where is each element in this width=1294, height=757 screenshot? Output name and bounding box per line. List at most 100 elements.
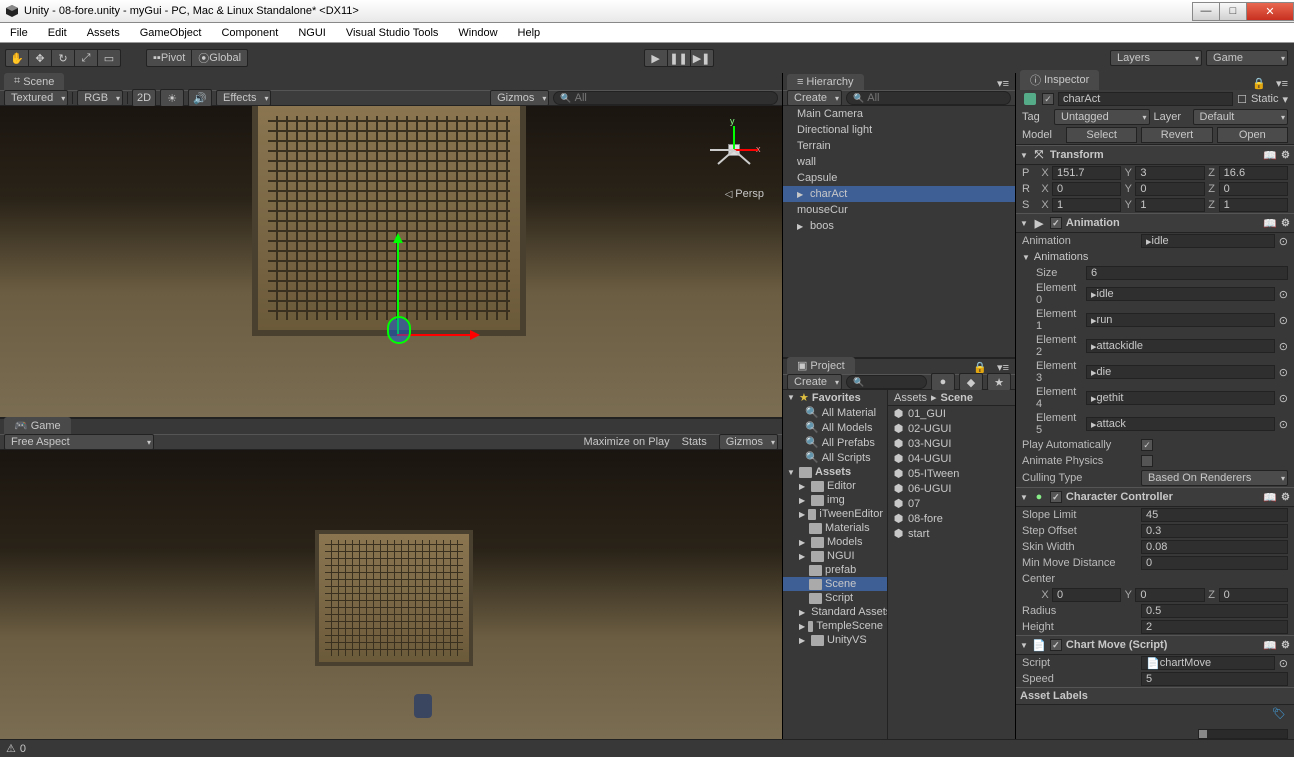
speed-field[interactable]: 5 <box>1141 672 1288 686</box>
scene-effects[interactable]: Effects <box>216 90 271 106</box>
game-gizmos[interactable]: Gizmos <box>719 434 778 450</box>
panel-menu-icon[interactable]: ▾≡ <box>991 77 1015 90</box>
object-name-field[interactable]: charAct <box>1058 92 1233 106</box>
favorite-item[interactable]: 🔍All Scripts <box>783 450 887 465</box>
hierarchy-item-selected[interactable]: ▶charAct <box>783 186 1015 202</box>
gear-icon[interactable]: ⚙ <box>1281 492 1290 503</box>
charcontroller-header[interactable]: ▼●✓Character Controller📖⚙ <box>1016 487 1294 507</box>
menu-component[interactable]: Component <box>211 24 288 42</box>
rotate-tool[interactable]: ↻ <box>51 49 75 67</box>
transform-header[interactable]: ▼⤧Transform📖⚙ <box>1016 145 1294 165</box>
rot-z[interactable]: 0 <box>1219 182 1288 196</box>
layers-dropdown[interactable]: Layers <box>1110 50 1202 66</box>
animation-enabled[interactable]: ✓ <box>1050 217 1062 229</box>
favorites-header[interactable]: ▼★Favorites <box>783 390 887 405</box>
folder-item[interactable]: ▶Editor <box>783 479 887 493</box>
global-toggle[interactable]: ⦿ Global <box>191 49 248 67</box>
orientation-gizmo[interactable]: y x <box>704 120 764 180</box>
object-picker-icon[interactable]: ⊙ <box>1279 235 1288 248</box>
scene-file[interactable]: ⬢05-ITween <box>888 466 1015 481</box>
menu-edit[interactable]: Edit <box>38 24 77 42</box>
scene-file[interactable]: ⬢06-UGUI <box>888 481 1015 496</box>
help-icon[interactable]: 📖 <box>1263 491 1277 504</box>
asset-label-tag-icon[interactable]: 🏷 <box>1272 708 1286 720</box>
culling-dropdown[interactable]: Based On Renderers <box>1141 470 1288 486</box>
radius-field[interactable]: 0.5 <box>1141 604 1288 618</box>
folder-item[interactable]: Materials <box>783 521 887 535</box>
pos-x[interactable]: 151.7 <box>1052 166 1121 180</box>
object-picker-icon[interactable]: ⊙ <box>1279 288 1288 301</box>
script-field[interactable]: 📄 chartMove <box>1141 656 1275 670</box>
tag-dropdown[interactable]: Untagged <box>1054 109 1150 125</box>
active-checkbox[interactable]: ✓ <box>1042 93 1054 105</box>
selected-object-gizmo[interactable] <box>387 316 411 344</box>
favorite-item[interactable]: 🔍All Material <box>783 405 887 420</box>
object-picker-icon[interactable]: ⊙ <box>1279 366 1288 379</box>
maximize-button[interactable]: □ <box>1219 2 1247 21</box>
game-aspect[interactable]: Free Aspect <box>4 434 154 450</box>
static-dropdown-icon[interactable]: ▾ <box>1282 93 1288 106</box>
center-y[interactable]: 0 <box>1135 588 1204 602</box>
script-enabled[interactable]: ✓ <box>1050 639 1062 651</box>
expand-icon[interactable]: ▶ <box>797 222 807 231</box>
scene-file[interactable]: ⬢01_GUI <box>888 406 1015 421</box>
center-z[interactable]: 0 <box>1219 588 1288 602</box>
folder-item[interactable]: ▶Standard Assets <box>783 605 887 619</box>
hierarchy-tab[interactable]: ≡Hierarchy <box>787 74 864 90</box>
hierarchy-item[interactable]: ▶boos <box>783 218 1015 234</box>
script-header[interactable]: ▼📄✓Chart Move (Script)📖⚙ <box>1016 635 1294 655</box>
menu-gameobject[interactable]: GameObject <box>130 24 212 42</box>
scl-z[interactable]: 1 <box>1219 198 1288 212</box>
menu-file[interactable]: File <box>0 24 38 42</box>
project-tab[interactable]: ▣Project <box>787 357 855 374</box>
folder-item[interactable]: ▶iTweenEditor <box>783 507 887 521</box>
object-picker-icon[interactable]: ⊙ <box>1279 314 1288 327</box>
favorite-item[interactable]: 🔍All Prefabs <box>783 435 887 450</box>
layer-dropdown[interactable]: Default <box>1193 109 1289 125</box>
menu-vstools[interactable]: Visual Studio Tools <box>336 24 449 42</box>
help-icon[interactable]: 📖 <box>1263 639 1277 652</box>
console-icon[interactable]: ⚠ <box>6 742 16 755</box>
layout-dropdown[interactable]: Game <box>1206 50 1288 66</box>
folder-item[interactable]: prefab <box>783 563 887 577</box>
help-icon[interactable]: 📖 <box>1263 217 1277 230</box>
panel-lock-icon[interactable]: 🔒 <box>1248 77 1270 90</box>
slope-field[interactable]: 45 <box>1141 508 1288 522</box>
folder-item[interactable]: ▶NGUI <box>783 549 887 563</box>
anim-el5[interactable]: ▸ attack <box>1086 417 1275 431</box>
pos-z[interactable]: 16.6 <box>1219 166 1288 180</box>
cc-enabled[interactable]: ✓ <box>1050 491 1062 503</box>
minmove-field[interactable]: 0 <box>1141 556 1288 570</box>
scene-tab[interactable]: ⌗Scene <box>4 73 64 90</box>
hierarchy-item[interactable]: wall <box>783 154 1015 170</box>
scene-light-icon[interactable]: ☀ <box>160 89 184 107</box>
center-x[interactable]: 0 <box>1052 588 1121 602</box>
skin-field[interactable]: 0.08 <box>1141 540 1288 554</box>
menu-help[interactable]: Help <box>508 24 551 42</box>
anim-el2[interactable]: ▸ attackidle <box>1086 339 1275 353</box>
hierarchy-item[interactable]: mouseCur <box>783 202 1015 218</box>
height-field[interactable]: 2 <box>1141 620 1288 634</box>
folder-item[interactable]: ▶UnityVS <box>783 633 887 647</box>
step-button[interactable]: ▶❚ <box>690 49 714 67</box>
scl-x[interactable]: 1 <box>1052 198 1121 212</box>
step-field[interactable]: 0.3 <box>1141 524 1288 538</box>
scene-file[interactable]: ⬢04-UGUI <box>888 451 1015 466</box>
scale-tool[interactable]: ⤢ <box>74 49 98 67</box>
move-tool[interactable]: ✥ <box>28 49 52 67</box>
expand-icon[interactable]: ▶ <box>797 190 807 199</box>
folder-item[interactable]: ▶Models <box>783 535 887 549</box>
help-icon[interactable]: 📖 <box>1263 149 1277 162</box>
minimize-button[interactable]: — <box>1192 2 1220 21</box>
inspector-tab[interactable]: ⓘInspector <box>1020 70 1099 90</box>
pause-button[interactable]: ❚❚ <box>667 49 691 67</box>
rect-tool[interactable]: ▭ <box>97 49 121 67</box>
maximize-toggle[interactable]: Maximize on Play <box>583 436 669 448</box>
stats-toggle[interactable]: Stats <box>682 436 707 448</box>
game-view[interactable] <box>0 450 782 739</box>
object-picker-icon[interactable]: ⊙ <box>1279 418 1288 431</box>
scene-file[interactable]: ⬢02-UGUI <box>888 421 1015 436</box>
menu-assets[interactable]: Assets <box>77 24 130 42</box>
static-checkbox[interactable]: ☐ <box>1237 93 1247 106</box>
menu-ngui[interactable]: NGUI <box>288 24 336 42</box>
